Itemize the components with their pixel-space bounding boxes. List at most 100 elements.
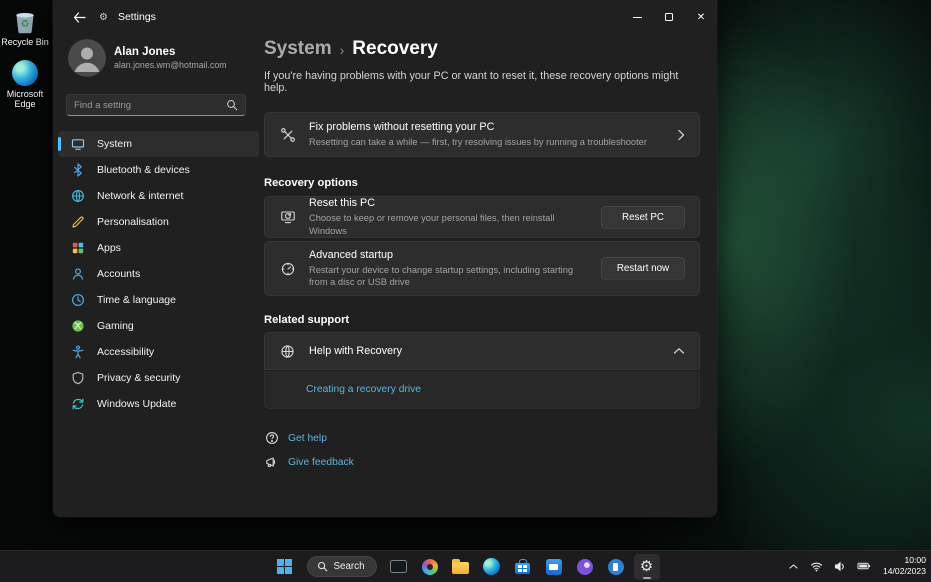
taskbar-app-mail[interactable] bbox=[541, 554, 567, 580]
breadcrumb-system[interactable]: System bbox=[264, 38, 332, 60]
file-explorer-icon bbox=[452, 559, 470, 574]
phone-link-icon bbox=[607, 558, 624, 575]
breadcrumb: System › Recovery bbox=[264, 38, 700, 60]
card-subtitle: Choose to keep or remove your personal f… bbox=[309, 213, 555, 236]
tools-icon bbox=[279, 127, 296, 143]
window-title: Settings bbox=[117, 11, 156, 23]
get-help-row: Get help bbox=[265, 431, 700, 445]
clock[interactable]: 10:00 14/02/2023 bbox=[883, 555, 926, 576]
account-summary[interactable]: Alan Jones alan.jones.wm@hotmail.com bbox=[68, 39, 264, 77]
settings-nav: System Bluetooth & devices Network & int… bbox=[53, 131, 264, 417]
sidebar-item-accounts[interactable]: Accounts bbox=[58, 261, 259, 287]
accessibility-icon bbox=[70, 345, 85, 360]
minimize-button[interactable] bbox=[621, 0, 653, 34]
chevron-up-icon[interactable] bbox=[785, 559, 802, 574]
restart-now-button[interactable]: Restart now bbox=[601, 257, 685, 280]
sidebar-item-network-internet[interactable]: Network & internet bbox=[58, 183, 259, 209]
battery-icon[interactable] bbox=[854, 558, 874, 574]
sidebar-item-label: Personalisation bbox=[97, 216, 169, 228]
tray-date: 14/02/2023 bbox=[882, 566, 926, 576]
taskbar-app-photos[interactable] bbox=[417, 554, 443, 580]
section-heading-recovery-options: Recovery options bbox=[264, 177, 358, 189]
brush-icon bbox=[70, 215, 85, 230]
desktop-icon-label: Recycle Bin bbox=[1, 37, 49, 47]
chevron-up-icon bbox=[673, 347, 685, 355]
sidebar-item-label: Accounts bbox=[97, 268, 141, 280]
system-tray: 10:00 14/02/2023 bbox=[785, 550, 926, 582]
sidebar-item-accessibility[interactable]: Accessibility bbox=[58, 339, 259, 365]
section-heading-related-support: Related support bbox=[264, 314, 350, 326]
wifi-icon[interactable] bbox=[807, 558, 826, 575]
edge-icon bbox=[483, 558, 501, 575]
fix-problems-card[interactable]: Fix problems without resetting your PC R… bbox=[264, 112, 700, 157]
desktop-icon-microsoft-edge[interactable]: Microsoft Edge bbox=[0, 58, 50, 110]
start-button[interactable] bbox=[271, 554, 297, 580]
get-help-icon bbox=[265, 431, 279, 445]
chevron-right-icon bbox=[677, 129, 685, 141]
recovery-page: System › Recovery If you're having probl… bbox=[264, 34, 717, 517]
sidebar-item-label: Gaming bbox=[97, 320, 134, 332]
card-title: Fix problems without resetting your PC bbox=[309, 120, 495, 133]
creating-recovery-drive-link[interactable]: Creating a recovery drive bbox=[306, 384, 421, 395]
titlebar[interactable]: ⚙ Settings ✕ bbox=[53, 0, 717, 34]
taskbar-app-store[interactable] bbox=[510, 554, 536, 580]
sidebar: Alan Jones alan.jones.wm@hotmail.com Fin… bbox=[53, 34, 264, 517]
taskbar-app-file-explorer[interactable] bbox=[448, 554, 474, 580]
sidebar-item-privacy-security[interactable]: Privacy & security bbox=[58, 365, 259, 391]
globe-icon bbox=[70, 189, 85, 204]
card-title: Advanced startup bbox=[309, 248, 394, 261]
desktop-icon-label: Microsoft Edge bbox=[6, 89, 44, 110]
taskbar-app-terminal[interactable] bbox=[386, 554, 412, 580]
maximize-button[interactable] bbox=[653, 0, 685, 34]
advanced-startup-card: Advanced startup Restart your device to … bbox=[264, 241, 700, 296]
sidebar-item-windows-update[interactable]: Windows Update bbox=[58, 391, 259, 417]
give-feedback-link[interactable]: Give feedback bbox=[288, 457, 354, 468]
sidebar-item-label: Windows Update bbox=[97, 398, 177, 410]
sidebar-item-label: Accessibility bbox=[97, 346, 155, 358]
photos-icon bbox=[421, 558, 438, 575]
reset-pc-button[interactable]: Reset PC bbox=[601, 205, 685, 229]
search-icon bbox=[226, 99, 238, 111]
get-help-link[interactable]: Get help bbox=[288, 433, 327, 444]
taskbar-search[interactable]: Search bbox=[306, 556, 377, 577]
user-name: Alan Jones bbox=[114, 46, 176, 58]
edge-icon bbox=[0, 58, 50, 88]
search-box[interactable] bbox=[66, 94, 246, 116]
sidebar-item-label: System bbox=[97, 138, 133, 150]
taskbar-search-label: Search bbox=[333, 561, 365, 572]
apps-grid-icon bbox=[70, 241, 85, 256]
sidebar-item-apps[interactable]: Apps bbox=[58, 235, 259, 261]
sidebar-item-gaming[interactable]: Gaming bbox=[58, 313, 259, 339]
reset-this-pc-card: Reset this PC Choose to keep or remove y… bbox=[264, 196, 700, 238]
search-input[interactable] bbox=[74, 99, 226, 111]
sidebar-item-label: Apps bbox=[97, 242, 121, 254]
avatar bbox=[68, 39, 106, 77]
help-with-recovery-card[interactable]: Help with Recovery bbox=[264, 332, 700, 370]
help-card-expanded-area: Creating a recovery drive bbox=[264, 370, 700, 409]
help-globe-icon bbox=[279, 344, 296, 359]
taskbar-app-settings[interactable]: ⚙ bbox=[633, 553, 660, 580]
taskbar-app-edge[interactable] bbox=[479, 554, 505, 580]
clipchamp-icon bbox=[576, 558, 593, 575]
sidebar-item-personalisation[interactable]: Personalisation bbox=[58, 209, 259, 235]
breadcrumb-chevron-icon: › bbox=[339, 42, 345, 58]
desktop-icon-recycle-bin[interactable]: ♻ Recycle Bin bbox=[0, 6, 50, 47]
volume-icon[interactable] bbox=[831, 558, 849, 575]
back-button[interactable] bbox=[69, 7, 89, 27]
sidebar-item-bluetooth-devices[interactable]: Bluetooth & devices bbox=[58, 157, 259, 183]
sidebar-item-time-language[interactable]: Time & language bbox=[58, 287, 259, 313]
tray-time: 10:00 bbox=[904, 555, 926, 566]
page-title: Recovery bbox=[352, 38, 438, 59]
update-arrows-icon bbox=[70, 397, 85, 412]
sidebar-item-label: Time & language bbox=[97, 294, 176, 306]
taskbar-app-phone-link[interactable] bbox=[603, 554, 629, 580]
monitor-icon bbox=[70, 137, 85, 152]
close-button[interactable]: ✕ bbox=[685, 0, 717, 34]
sidebar-item-system[interactable]: System bbox=[58, 131, 259, 157]
taskbar-app-clipchamp[interactable] bbox=[572, 554, 598, 580]
svg-text:♻: ♻ bbox=[21, 19, 30, 30]
card-subtitle: Resetting can take a while — first, try … bbox=[309, 136, 647, 147]
sidebar-item-label: Network & internet bbox=[97, 190, 184, 202]
bluetooth-icon bbox=[70, 163, 85, 178]
megaphone-icon bbox=[265, 455, 279, 469]
